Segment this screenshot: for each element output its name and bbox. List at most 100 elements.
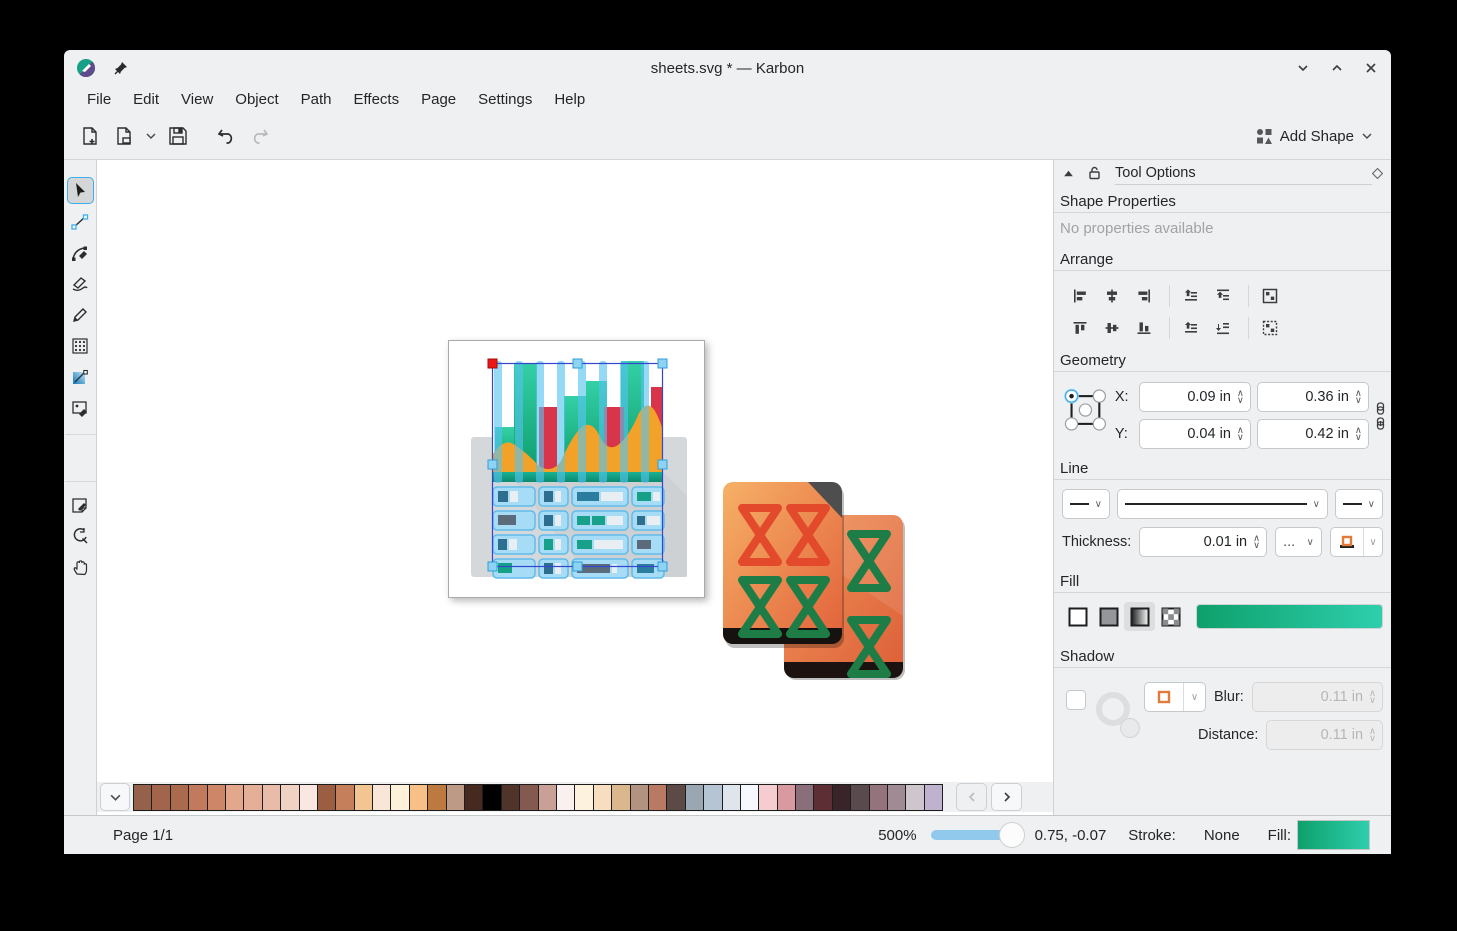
shadow-color-combo[interactable]: ∨: [1144, 682, 1206, 712]
palette-swatch[interactable]: [519, 784, 538, 811]
palette-swatch[interactable]: [427, 784, 446, 811]
palette-scroll-right-button[interactable]: [991, 783, 1022, 811]
palette-swatch[interactable]: [243, 784, 262, 811]
anchor-point-selector[interactable]: [1062, 382, 1109, 438]
status-fill-swatch[interactable]: [1297, 820, 1370, 850]
align-center-vertical-button[interactable]: [1100, 317, 1124, 339]
palette-swatch[interactable]: [666, 784, 685, 811]
palette-swatch[interactable]: [482, 784, 501, 811]
palette-swatch[interactable]: [372, 784, 391, 811]
fill-gradient-swatch[interactable]: [1196, 604, 1383, 629]
palette-swatch[interactable]: [887, 784, 906, 811]
open-recent-dropdown[interactable]: [142, 120, 160, 152]
send-to-back-button[interactable]: [1211, 317, 1235, 339]
shadow-angle-dial[interactable]: [1096, 692, 1134, 730]
selection-handle-rotate[interactable]: [488, 359, 497, 368]
palette-swatch[interactable]: [813, 784, 832, 811]
palette-swatch[interactable]: [777, 784, 796, 811]
image-tool[interactable]: [67, 394, 94, 421]
pan-tool[interactable]: [67, 553, 94, 580]
ungroup-button[interactable]: [1258, 317, 1282, 339]
open-document-button[interactable]: [108, 120, 140, 152]
palette-swatch[interactable]: [924, 784, 943, 811]
palette-swatch[interactable]: [464, 784, 483, 811]
calligraphy-tool[interactable]: [67, 270, 94, 297]
align-bottom-button[interactable]: [1132, 317, 1156, 339]
palette-swatch[interactable]: [354, 784, 373, 811]
palette-swatch[interactable]: [905, 784, 924, 811]
palette-swatch[interactable]: [501, 784, 520, 811]
palette-swatch[interactable]: [703, 784, 722, 811]
palette-swatch[interactable]: [648, 784, 667, 811]
cap-join-combo[interactable]: ∨: [1330, 527, 1383, 557]
new-document-button[interactable]: [74, 120, 106, 152]
menu-path[interactable]: Path: [290, 88, 343, 111]
palette-swatch[interactable]: [207, 784, 226, 811]
y-position-spinbox[interactable]: 0.04 in∧∨: [1139, 419, 1251, 449]
save-button[interactable]: [162, 120, 194, 152]
palette-swatch[interactable]: [611, 784, 630, 811]
miter-limit-combo[interactable]: ...∨: [1275, 527, 1322, 557]
thickness-spinbox[interactable]: 0.01 in∧∨: [1139, 527, 1267, 557]
float-panel-icon[interactable]: [1372, 168, 1383, 179]
palette-swatch[interactable]: [299, 784, 318, 811]
shadow-enable-checkbox[interactable]: [1066, 690, 1086, 710]
link-ratio-icon[interactable]: [1375, 402, 1386, 415]
palette-swatch[interactable]: [630, 784, 649, 811]
close-button[interactable]: [1363, 60, 1379, 76]
lower-button[interactable]: [1179, 317, 1203, 339]
palette-swatch[interactable]: [850, 784, 869, 811]
palette-swatch[interactable]: [740, 784, 759, 811]
line-style-combo[interactable]: ∨: [1117, 489, 1328, 519]
palette-swatch[interactable]: [317, 784, 336, 811]
pen-tool[interactable]: [67, 239, 94, 266]
palette-swatch[interactable]: [335, 784, 354, 811]
menu-effects[interactable]: Effects: [343, 88, 411, 111]
fill-solid-button[interactable]: [1093, 602, 1124, 631]
redo-button[interactable]: [244, 120, 276, 152]
canvas[interactable]: [97, 160, 1053, 815]
raise-button[interactable]: [1179, 285, 1203, 307]
palette-swatch[interactable]: [593, 784, 612, 811]
palette-swatch[interactable]: [722, 784, 741, 811]
text-tool[interactable]: [67, 491, 94, 518]
palette-swatch[interactable]: [685, 784, 704, 811]
group-button[interactable]: [1258, 285, 1282, 307]
menu-file[interactable]: File: [76, 88, 122, 111]
palette-swatch[interactable]: [390, 784, 409, 811]
fill-none-button[interactable]: [1062, 602, 1093, 631]
height-spinbox[interactable]: 0.42 in∧∨: [1257, 419, 1369, 449]
palette-swatch[interactable]: [409, 784, 428, 811]
lock-panel-icon[interactable]: [1088, 166, 1101, 180]
palette-swatch[interactable]: [225, 784, 244, 811]
link-size-icon[interactable]: [1375, 417, 1386, 430]
palette-scroll-left-button[interactable]: [956, 783, 987, 811]
palette-swatch[interactable]: [262, 784, 281, 811]
palette-swatch[interactable]: [795, 784, 814, 811]
collapse-panel-icon[interactable]: [1062, 167, 1075, 180]
palette-menu-button[interactable]: [100, 783, 130, 811]
palette-swatch[interactable]: [758, 784, 777, 811]
maximize-button[interactable]: [1329, 60, 1345, 76]
align-right-button[interactable]: [1132, 285, 1156, 307]
zoom-slider-knob[interactable]: [999, 822, 1025, 848]
palette-swatch[interactable]: [538, 784, 557, 811]
width-spinbox[interactable]: 0.36 in∧∨: [1257, 382, 1369, 412]
pencil-tool[interactable]: [67, 301, 94, 328]
menu-view[interactable]: View: [170, 88, 224, 111]
add-shape-button[interactable]: Add Shape: [1247, 123, 1381, 149]
palette-swatch[interactable]: [556, 784, 575, 811]
edit-path-tool[interactable]: [67, 208, 94, 235]
palette-swatch[interactable]: [133, 784, 152, 811]
pattern-tool[interactable]: [67, 332, 94, 359]
fill-gradient-button[interactable]: [1124, 602, 1155, 631]
x-position-spinbox[interactable]: 0.09 in∧∨: [1139, 382, 1251, 412]
shadow-blur-spinbox[interactable]: 0.11 in∧∨: [1252, 682, 1383, 712]
menu-help[interactable]: Help: [543, 88, 596, 111]
palette-swatch[interactable]: [574, 784, 593, 811]
align-center-horizontal-button[interactable]: [1100, 285, 1124, 307]
undo-button[interactable]: [210, 120, 242, 152]
zoom-tool[interactable]: [67, 522, 94, 549]
palette-swatch[interactable]: [151, 784, 170, 811]
line-end-marker-combo[interactable]: ∨: [1335, 489, 1383, 519]
